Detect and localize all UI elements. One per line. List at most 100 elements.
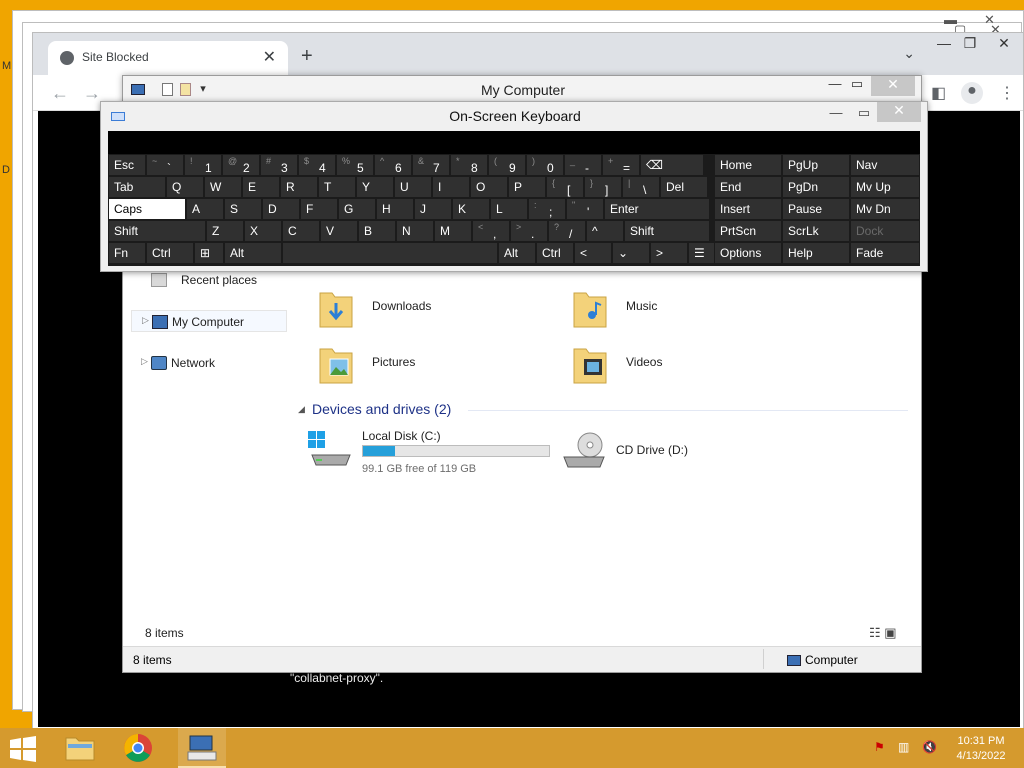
key-g[interactable]: G [338,198,376,220]
side-panel-icon[interactable]: ◧ [931,83,946,103]
key-symbol[interactable]: {[ [546,176,584,198]
key-home[interactable]: Home [714,154,782,176]
key-symbol[interactable]: ⌫ [640,154,704,176]
key-7[interactable]: & 7 [412,154,450,176]
key-pause[interactable]: Pause [782,198,850,220]
key-space[interactable] [282,242,498,264]
key-t[interactable]: T [318,176,356,198]
key-i[interactable]: I [432,176,470,198]
key-c[interactable]: C [282,220,320,242]
key-mv-up[interactable]: Mv Up [850,176,920,198]
details-view-icon[interactable]: ☷ [869,625,881,640]
key-l[interactable]: L [490,198,528,220]
sidebar-item-my-computer[interactable]: ▷ My Computer [131,310,287,332]
key-symbol[interactable]: < [574,242,612,264]
osk-close-button[interactable]: ✕ [877,102,921,122]
key-s[interactable]: S [224,198,262,220]
large-icons-view-icon[interactable]: ▣ [884,625,896,640]
key-prtscn[interactable]: PrtScn [714,220,782,242]
key-e[interactable]: E [242,176,280,198]
key-6[interactable]: ^ 6 [374,154,412,176]
key-pgdn[interactable]: PgDn [782,176,850,198]
key-y[interactable]: Y [356,176,394,198]
drive-local-disk-c[interactable]: Local Disk (C:) 99.1 GB free of 119 GB [308,427,558,477]
key-4[interactable]: $4 [298,154,336,176]
key-o[interactable]: O [470,176,508,198]
new-tab-button[interactable]: + [301,45,313,68]
key-a[interactable]: A [186,198,224,220]
key-f[interactable]: F [300,198,338,220]
tab-search-icon[interactable]: ⌄ [903,45,915,62]
taskbar-file-explorer[interactable] [56,728,104,768]
key-q[interactable]: Q [166,176,204,198]
osk-minimize-button[interactable]: — [823,105,849,120]
key-9[interactable]: (9 [488,154,526,176]
volume-muted-icon[interactable]: 🔇 [922,740,937,754]
key-fade[interactable]: Fade [850,242,920,264]
key-5[interactable]: % 5 [336,154,374,176]
key-insert[interactable]: Insert [714,198,782,220]
key-shift[interactable]: Shift [108,220,206,242]
key-symbol[interactable]: + = [602,154,640,176]
key-j[interactable]: J [414,198,452,220]
key-options[interactable]: Options [714,242,782,264]
key-help[interactable]: Help [782,242,850,264]
forward-icon[interactable]: → [83,83,101,104]
explorer-close-button[interactable]: ✕ [871,76,915,96]
key-pgup[interactable]: PgUp [782,154,850,176]
key-esc[interactable]: Esc [108,154,146,176]
collapse-triangle-icon[interactable]: ◢ [298,404,305,415]
expand-arrow-icon[interactable]: ▷ [141,356,148,367]
key-3[interactable]: #3 [260,154,298,176]
action-center-flag-icon[interactable]: ⚑ [874,740,885,754]
tab-site-blocked[interactable]: Site Blocked ✕ [48,41,288,75]
folder-videos[interactable]: Videos [562,339,802,389]
key-0[interactable]: ) 0 [526,154,564,176]
network-tray-icon[interactable]: ▥ [898,740,909,754]
sidebar-item-network[interactable]: ▷ Network [131,352,287,374]
expand-arrow-icon[interactable]: ▷ [142,315,149,326]
key-shift[interactable]: Shift [624,220,710,242]
key-symbol[interactable]: ^ [586,220,624,242]
key-w[interactable]: W [204,176,242,198]
clock[interactable]: 10:31 PM 4/13/2022 [948,734,1014,764]
key-symbol[interactable]: _ - [564,154,602,176]
key-tab[interactable]: Tab [108,176,166,198]
key-symbol[interactable]: ⊞ [194,242,224,264]
key-nav[interactable]: Nav [850,154,920,176]
start-windows-icon[interactable] [8,736,38,762]
osk-maximize-button[interactable]: ▭ [851,105,877,121]
key-fn[interactable]: Fn [108,242,146,264]
folder-music[interactable]: Music [562,283,802,333]
profile-icon[interactable]: ● [961,82,983,104]
drive-cd-d[interactable]: CD Drive (D:) [562,427,762,477]
devices-group-header[interactable]: ◢ Devices and drives (2) [298,401,908,421]
taskbar-chrome[interactable] [114,728,162,768]
key-scrlk[interactable]: ScrLk [782,220,850,242]
key-symbol[interactable]: > [650,242,688,264]
key-ctrl[interactable]: Ctrl [536,242,574,264]
key-b[interactable]: B [358,220,396,242]
back-icon[interactable]: ← [51,83,69,104]
key-del[interactable]: Del [660,176,708,198]
key-symbol[interactable]: >. [510,220,548,242]
key-symbol[interactable]: }] [584,176,622,198]
folder-pictures[interactable]: Pictures [308,339,548,389]
key-enter[interactable]: Enter [604,198,710,220]
key-2[interactable]: @2 [222,154,260,176]
key-n[interactable]: N [396,220,434,242]
key-end[interactable]: End [714,176,782,198]
key-symbol[interactable]: :; [528,198,566,220]
key-h[interactable]: H [376,198,414,220]
browser-maximize-button[interactable]: ❐ [955,35,985,52]
key-m[interactable]: M [434,220,472,242]
key-u[interactable]: U [394,176,432,198]
key-r[interactable]: R [280,176,318,198]
key-mv-dn[interactable]: Mv Dn [850,198,920,220]
key-p[interactable]: P [508,176,546,198]
view-toggle[interactable]: ☷ ▣ [869,625,897,641]
key-symbol[interactable]: ? / [548,220,586,242]
key-symbol[interactable]: ⌄ [612,242,650,264]
key-z[interactable]: Z [206,220,244,242]
folder-downloads[interactable]: Downloads [308,283,548,333]
